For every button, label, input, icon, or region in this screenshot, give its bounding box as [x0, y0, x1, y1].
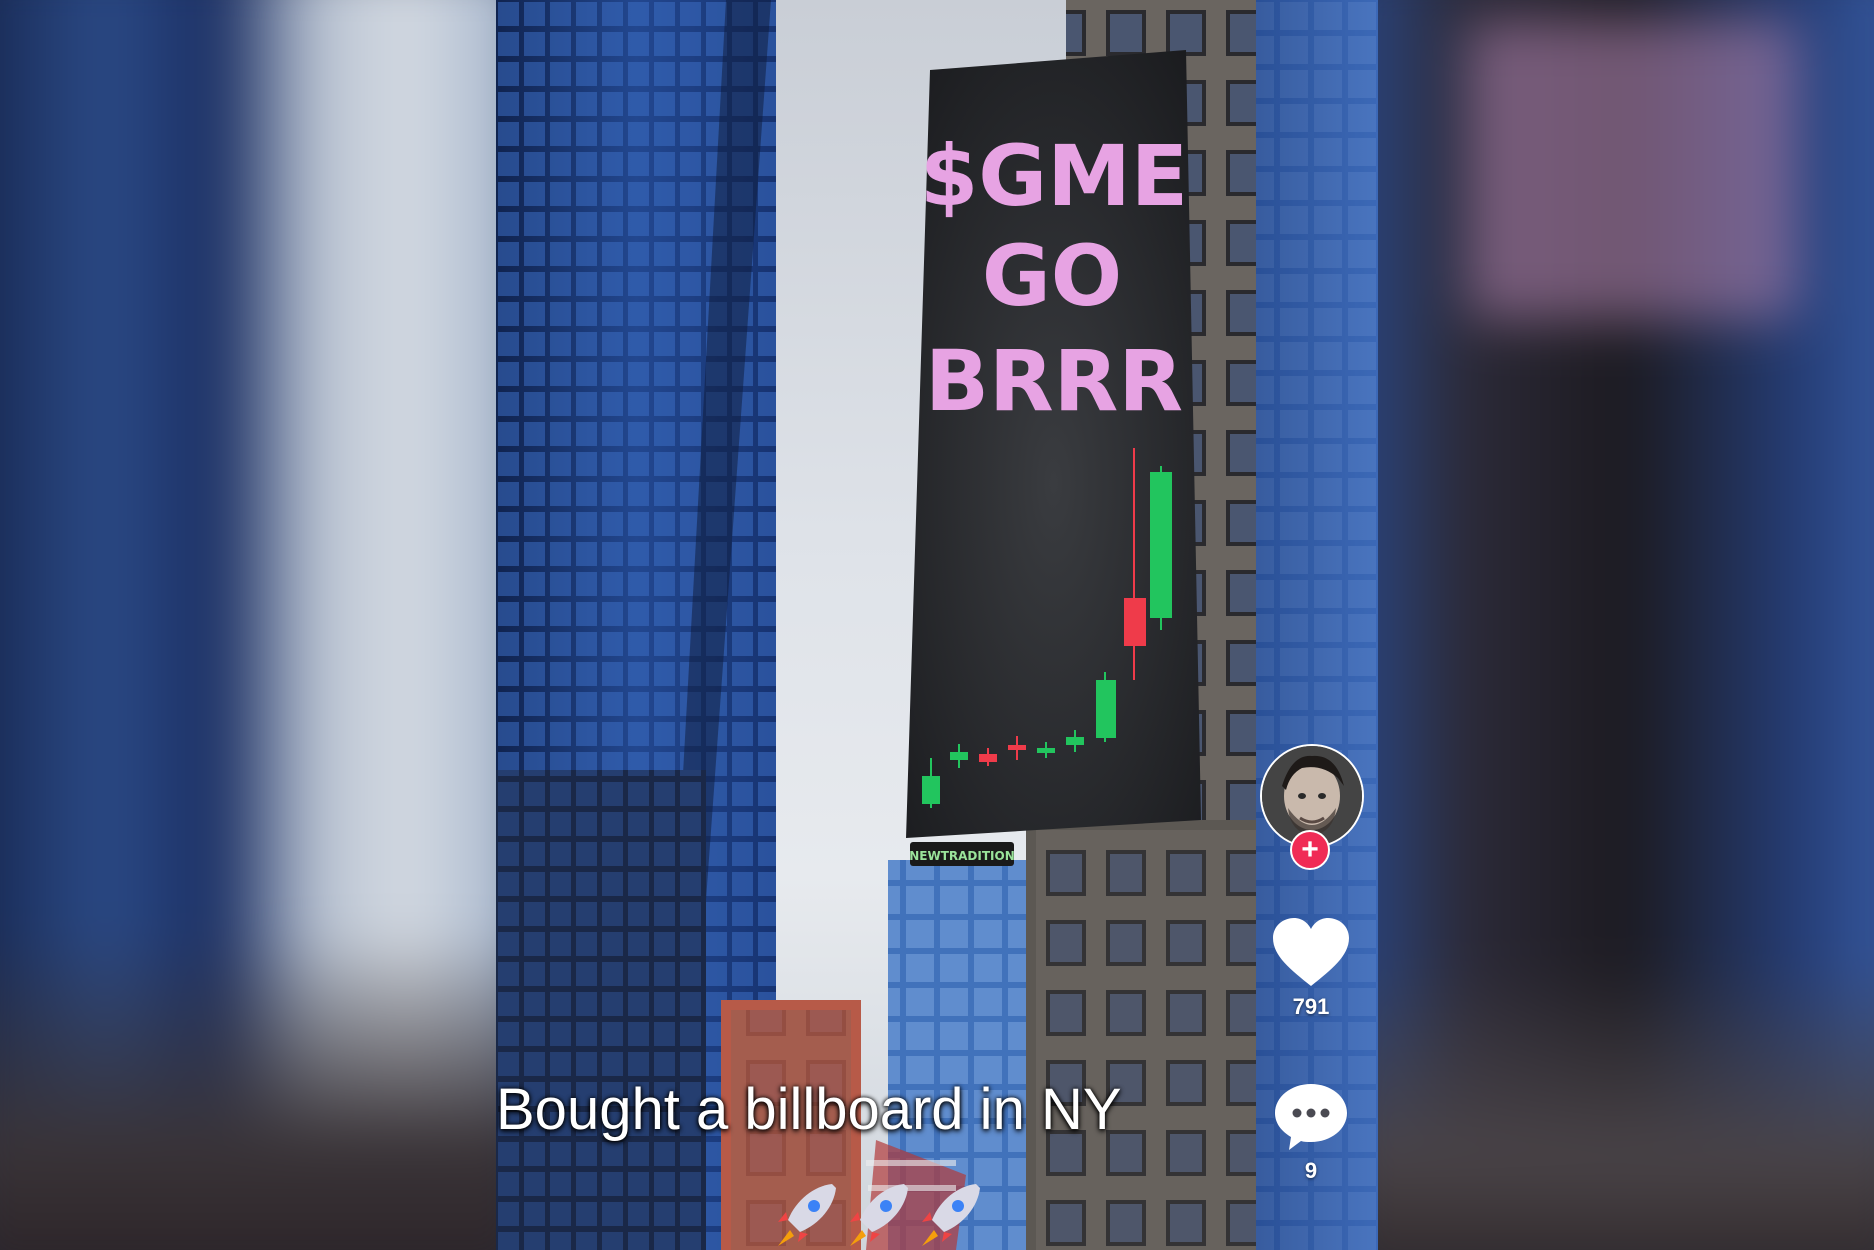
creator-profile[interactable]: + [1260, 744, 1364, 870]
small-sign-text: NEWTRADITION [909, 849, 1015, 863]
rocket-icon [922, 1184, 980, 1246]
candle-8 [1124, 598, 1146, 646]
billboard-line-1: $GME [920, 127, 1188, 225]
candle-2 [950, 752, 968, 760]
candle-9 [1150, 472, 1172, 618]
city-scene: $GME GO BRRR NEWTRADITION [496, 0, 1378, 1250]
like-button[interactable]: 791 [1266, 916, 1356, 1020]
follow-button[interactable]: + [1290, 830, 1330, 870]
candle-5 [1037, 748, 1055, 753]
caption-emoji-row [778, 1184, 980, 1246]
rocket-icon [850, 1184, 908, 1246]
candle-7 [1096, 680, 1116, 738]
candle-6 [1066, 737, 1084, 745]
blurred-backdrop-left [0, 0, 496, 1250]
candle-4 [1008, 745, 1026, 750]
blurred-backdrop-right [1378, 0, 1874, 1250]
billboard-line-2: GO [982, 227, 1122, 325]
candle-1 [922, 776, 940, 804]
billboard-line-3: BRRR [925, 332, 1183, 430]
video-caption: Bought a billboard in NY [496, 1077, 1122, 1142]
candle-3 [979, 754, 997, 762]
plus-icon: + [1301, 833, 1319, 866]
video-frame[interactable]: $GME GO BRRR NEWTRADITION + 791 9 Bought… [496, 0, 1378, 1250]
rocket-icon [778, 1184, 836, 1246]
comment-count: 9 [1304, 1158, 1318, 1183]
heart-icon [1273, 918, 1349, 986]
like-count: 791 [1292, 994, 1330, 1019]
